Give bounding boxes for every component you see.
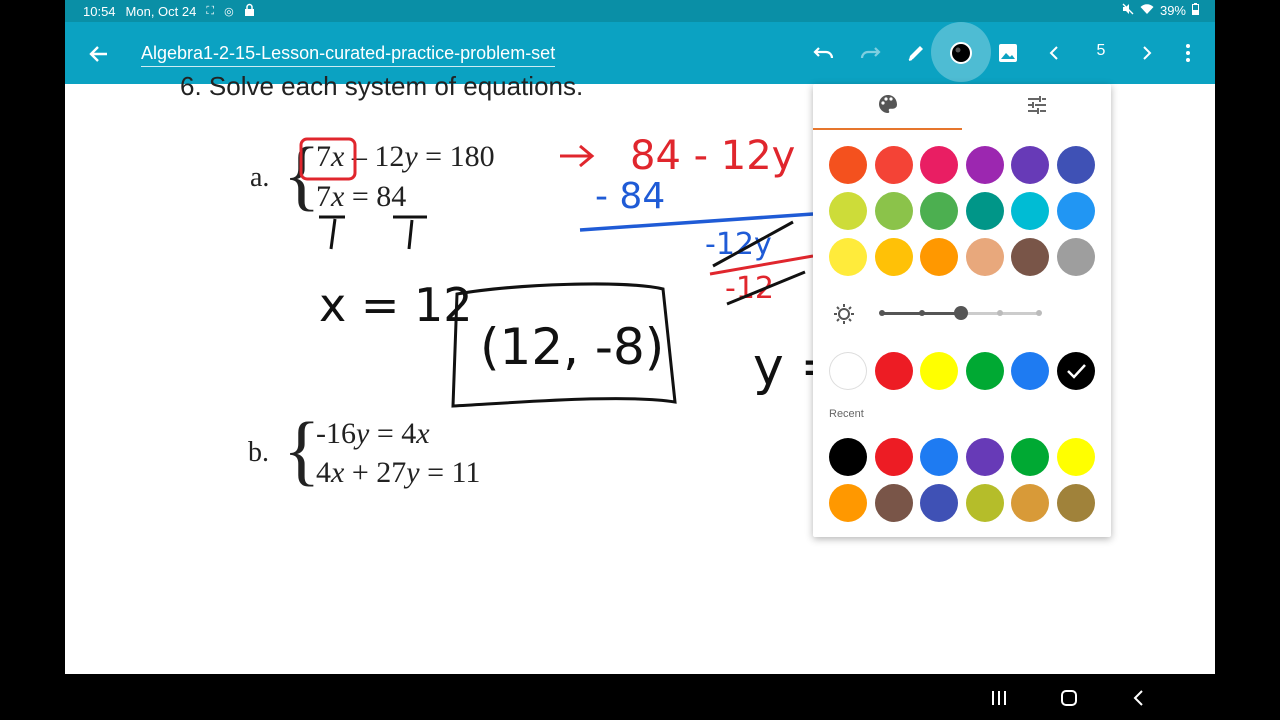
- color-swatch[interactable]: [829, 238, 867, 276]
- color-swatch[interactable]: [1011, 192, 1049, 230]
- undo-icon[interactable]: [809, 38, 839, 68]
- svg-text:(12, -8): (12, -8): [480, 318, 664, 376]
- brightness-icon: [833, 303, 855, 330]
- color-picker-panel: Recent: [813, 84, 1111, 537]
- svg-text:-12y: -12y: [705, 227, 772, 262]
- palette-icon: [878, 94, 898, 119]
- color-swatch[interactable]: [965, 146, 1004, 184]
- tablet-screen: 10:54 Mon, Oct 24 ⛶ ◎ 39% Algebra1-2-15-…: [65, 0, 1215, 674]
- color-swatch[interactable]: [920, 146, 958, 184]
- color-swatch[interactable]: [874, 238, 913, 276]
- color-swatch[interactable]: [874, 352, 913, 390]
- home-icon[interactable]: [1055, 684, 1083, 712]
- color-swatch[interactable]: [829, 484, 867, 522]
- shade-tick[interactable]: [919, 310, 925, 316]
- color-swatch[interactable]: [920, 238, 958, 276]
- back-nav-icon[interactable]: [1125, 684, 1153, 712]
- color-swatch[interactable]: [1011, 484, 1049, 522]
- dark-mode-icon: [1071, 303, 1089, 330]
- more-options-icon[interactable]: [1173, 38, 1203, 68]
- color-swatch[interactable]: [965, 192, 1004, 230]
- shade-tick[interactable]: [1036, 310, 1042, 316]
- color-swatch[interactable]: [874, 146, 913, 184]
- color-swatch[interactable]: [874, 438, 913, 476]
- status-date: Mon, Oct 24: [125, 3, 197, 19]
- status-time: 10:54: [83, 3, 116, 19]
- svg-text:x = 12: x = 12: [319, 278, 473, 332]
- color-swatch[interactable]: [1011, 438, 1049, 476]
- color-swatch[interactable]: [874, 192, 913, 230]
- color-swatch[interactable]: [1011, 238, 1049, 276]
- shade-slider-knob[interactable]: [954, 306, 968, 320]
- svg-text:- 84: - 84: [595, 176, 665, 217]
- svg-text:84 - 12y: 84 - 12y: [630, 133, 795, 179]
- battery-percent: 39%: [1159, 3, 1186, 18]
- previous-page-icon[interactable]: [1039, 38, 1069, 68]
- battery-icon: [1192, 3, 1199, 18]
- color-swatch[interactable]: [920, 484, 958, 522]
- system-nav-bar: [0, 674, 1280, 720]
- page-number: 5: [1096, 42, 1106, 59]
- color-swatch[interactable]: [1011, 146, 1049, 184]
- color-swatch[interactable]: [965, 484, 1004, 522]
- color-swatch[interactable]: [1056, 484, 1095, 522]
- color-picker-icon[interactable]: [946, 38, 976, 68]
- color-swatch[interactable]: [829, 438, 867, 476]
- color-swatch[interactable]: [1056, 438, 1095, 476]
- color-swatch[interactable]: [1056, 192, 1095, 230]
- color-swatch[interactable]: [829, 352, 867, 390]
- color-swatch[interactable]: [874, 484, 913, 522]
- color-panel-tabs: [813, 84, 1111, 130]
- recent-label: Recent: [829, 408, 864, 420]
- color-swatch[interactable]: [965, 438, 1004, 476]
- color-swatch[interactable]: [965, 238, 1004, 276]
- color-swatch[interactable]: [829, 146, 867, 184]
- screenshot-icon: ⛶: [206, 4, 215, 17]
- color-swatch[interactable]: [1056, 238, 1095, 276]
- next-page-icon[interactable]: [1132, 38, 1162, 68]
- color-swatch[interactable]: [829, 192, 867, 230]
- screen-record-icon: ◎: [224, 5, 234, 18]
- color-swatch[interactable]: [920, 438, 958, 476]
- color-swatch[interactable]: [920, 352, 958, 390]
- shade-tick[interactable]: [997, 310, 1003, 316]
- wifi-icon: [1140, 3, 1154, 18]
- tune-icon: [1027, 95, 1047, 119]
- image-icon[interactable]: [993, 38, 1023, 68]
- recent-apps-icon[interactable]: [985, 684, 1013, 712]
- lock-icon: [244, 3, 255, 19]
- pen-icon[interactable]: [901, 38, 931, 68]
- document-title[interactable]: Algebra1-2-15-Lesson-curated-practice-pr…: [141, 43, 556, 67]
- check-icon: [1066, 364, 1086, 379]
- status-bar: 10:54 Mon, Oct 24 ⛶ ◎ 39%: [65, 0, 1215, 22]
- color-swatch[interactable]: [1056, 146, 1095, 184]
- redo-icon[interactable]: [855, 38, 885, 68]
- selected-color-swatch[interactable]: [1056, 352, 1095, 390]
- shade-tick[interactable]: [879, 310, 885, 316]
- custom-color-tab[interactable]: [962, 84, 1111, 130]
- mute-icon: [1122, 3, 1134, 18]
- color-swatch[interactable]: [920, 192, 958, 230]
- palette-tab[interactable]: [813, 84, 962, 130]
- color-swatch[interactable]: [1011, 352, 1049, 390]
- color-swatch[interactable]: [965, 352, 1004, 390]
- back-arrow-icon[interactable]: [85, 40, 113, 68]
